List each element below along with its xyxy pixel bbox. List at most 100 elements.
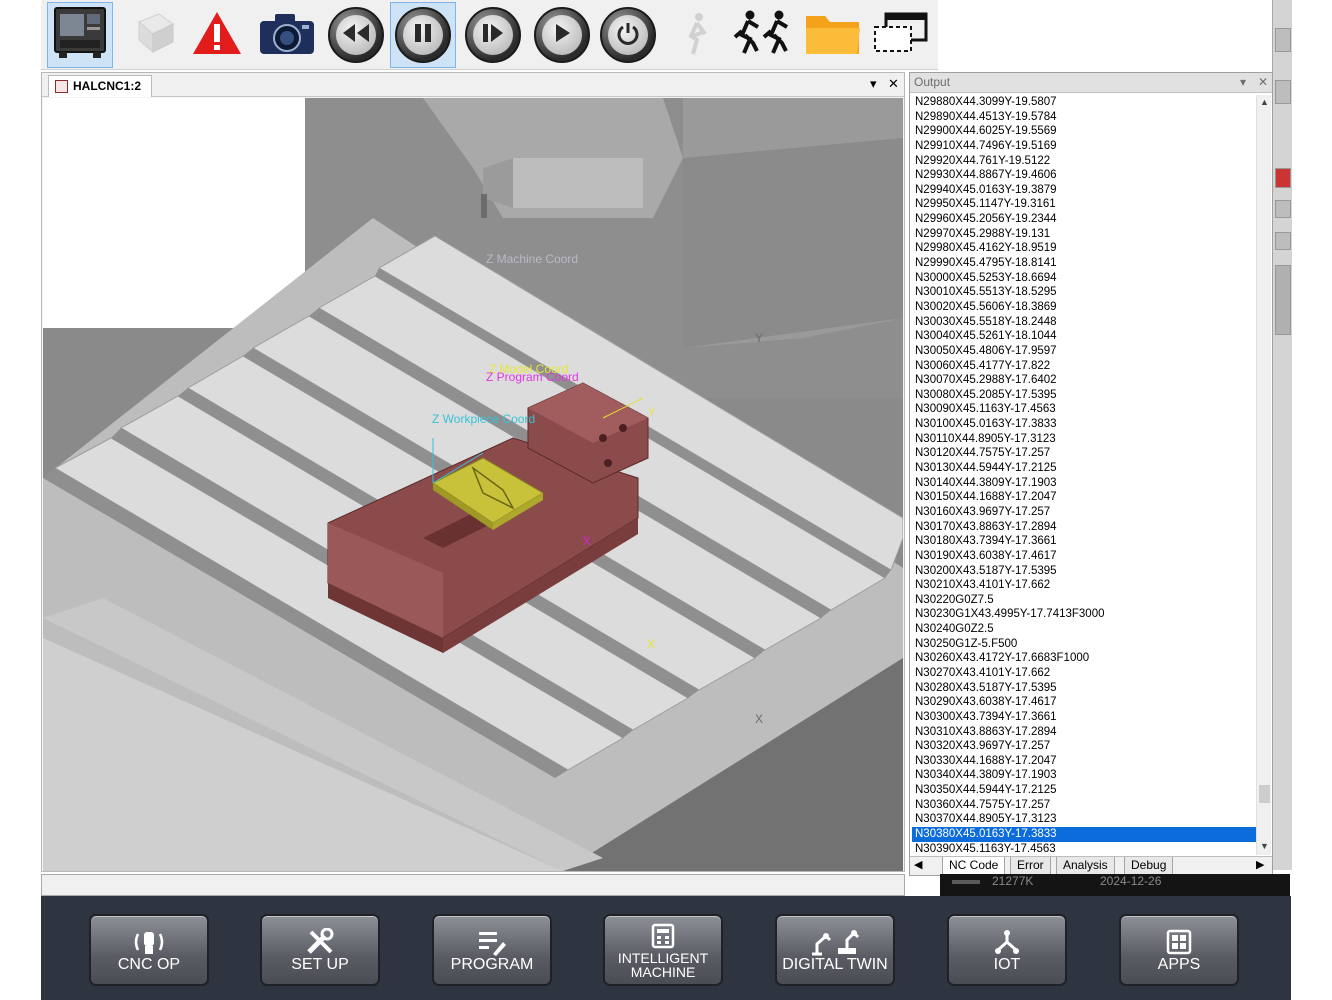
nc-code-line[interactable]: N30200X43.5187Y-17.5395 xyxy=(912,564,1256,579)
apps-button[interactable]: APPS xyxy=(1119,914,1239,986)
pause-button[interactable] xyxy=(390,2,456,68)
nc-code-line[interactable]: N30050X45.4806Y-17.9597 xyxy=(912,344,1256,359)
axis-x-model-label: X xyxy=(647,637,655,651)
rewind-button[interactable] xyxy=(323,2,389,68)
info-strip: 21277K 2024-12-26 xyxy=(940,874,1290,896)
output-title: Output xyxy=(914,75,951,89)
nc-code-line[interactable]: N29970X45.2988Y-19.131 xyxy=(912,227,1256,242)
program-button[interactable]: PROGRAM xyxy=(432,914,552,986)
part-view-button[interactable] xyxy=(121,2,187,68)
nc-code-line[interactable]: N30390X45.1163Y-17.4563 xyxy=(912,842,1256,855)
nc-code-line[interactable]: N30320X43.9697Y-17.257 xyxy=(912,739,1256,754)
nc-code-line[interactable]: N30110X44.8905Y-17.3123 xyxy=(912,432,1256,447)
output-tabs: ◀ ▶ NC Code Error Analysis Debug xyxy=(910,856,1272,875)
nc-code-line[interactable]: N30330X44.1688Y-17.2047 xyxy=(912,754,1256,769)
nc-code-line[interactable]: N30190X43.6038Y-17.4617 xyxy=(912,549,1256,564)
nc-code-line[interactable]: N30290X43.6038Y-17.4617 xyxy=(912,695,1256,710)
nc-code-line[interactable]: N29930X44.8867Y-19.4606 xyxy=(912,168,1256,183)
set-up-button[interactable]: SET UP xyxy=(260,914,380,986)
screenshot-button[interactable] xyxy=(254,2,320,68)
nc-code-line[interactable]: N29920X44.761Y-19.5122 xyxy=(912,154,1256,169)
nc-code-line[interactable]: N29940X45.0163Y-19.3879 xyxy=(912,183,1256,198)
nc-code-line[interactable]: N30220G0Z7.5 xyxy=(912,593,1256,608)
nc-code-line[interactable]: N30030X45.5518Y-18.2448 xyxy=(912,315,1256,330)
nc-code-line[interactable]: N30230G1X43.4995Y-17.7413F3000 xyxy=(912,607,1256,622)
scroll-thumb[interactable] xyxy=(1259,785,1270,803)
nc-code-line[interactable]: N30350X44.5944Y-17.2125 xyxy=(912,783,1256,798)
machine-view-button[interactable] xyxy=(47,2,113,68)
alarm-button[interactable] xyxy=(184,2,250,68)
3d-viewport[interactable]: Z Machine Coord Z Model Coord Z Program … xyxy=(43,98,903,871)
walk-icon xyxy=(677,10,717,61)
nc-code-line[interactable]: N30120X44.7575Y-17.257 xyxy=(912,446,1256,461)
nc-code-line[interactable]: N30100X45.0163Y-17.3833 xyxy=(912,417,1256,432)
tab-halcnc[interactable]: HALCNC1:2 xyxy=(48,75,153,97)
nc-code-line[interactable]: N30340X44.3809Y-17.1903 xyxy=(912,768,1256,783)
walk-button[interactable] xyxy=(664,2,730,68)
nc-code-line[interactable]: N30370X44.8905Y-17.3123 xyxy=(912,812,1256,827)
nc-code-line[interactable]: N29880X44.3099Y-19.5807 xyxy=(912,95,1256,110)
tab-nc-code[interactable]: NC Code xyxy=(942,857,1006,875)
nc-code-line[interactable]: N30160X43.9697Y-17.257 xyxy=(912,505,1256,520)
step-forward-button[interactable] xyxy=(460,2,526,68)
nc-code-line[interactable]: N30150X44.1688Y-17.2047 xyxy=(912,490,1256,505)
output-title-bar: Output ▾ ✕ xyxy=(910,73,1272,93)
nc-code-line[interactable]: N30310X43.8863Y-17.2894 xyxy=(912,725,1256,740)
scroll-down-icon[interactable]: ▼ xyxy=(1260,841,1269,851)
nc-code-line[interactable]: N30170X43.8863Y-17.2894 xyxy=(912,520,1256,535)
nc-code-line[interactable]: N30270X43.4101Y-17.662 xyxy=(912,666,1256,681)
window-button[interactable] xyxy=(868,2,934,68)
output-close-icon[interactable]: ✕ xyxy=(1258,73,1268,92)
nc-code-line[interactable]: N30020X45.5606Y-18.3869 xyxy=(912,300,1256,315)
open-folder-button[interactable] xyxy=(800,2,866,68)
nc-code-line[interactable]: N30000X45.5253Y-18.6694 xyxy=(912,271,1256,286)
nc-code-line[interactable]: N29900X44.6025Y-19.5569 xyxy=(912,124,1256,139)
nc-code-line[interactable]: N30280X43.5187Y-17.5395 xyxy=(912,681,1256,696)
scroll-up-icon[interactable]: ▲ xyxy=(1260,97,1269,107)
nc-code-line[interactable]: N30360X44.7575Y-17.257 xyxy=(912,798,1256,813)
nc-code-line[interactable]: N29950X45.1147Y-19.3161 xyxy=(912,197,1256,212)
nc-code-line[interactable]: N29990X45.4795Y-18.8141 xyxy=(912,256,1256,271)
power-button[interactable] xyxy=(595,2,661,68)
tabs-right-arrow-icon[interactable]: ▶ xyxy=(1256,858,1264,871)
viewer-close-icon[interactable]: ✕ xyxy=(888,76,899,92)
axis-x-program-label: X xyxy=(583,534,591,548)
nc-code-line[interactable]: N30250G1Z-5.F500 xyxy=(912,637,1256,652)
power-icon xyxy=(616,21,640,50)
cnc-op-button[interactable]: CNC OP xyxy=(89,914,209,986)
nc-code-line[interactable]: N30260X43.4172Y-17.6683F1000 xyxy=(912,651,1256,666)
nc-code-line[interactable]: N29910X44.7496Y-19.5169 xyxy=(912,139,1256,154)
play-button[interactable] xyxy=(529,2,595,68)
nc-code-line[interactable]: N30010X45.5513Y-18.5295 xyxy=(912,285,1256,300)
nc-code-line[interactable]: N30180X43.7394Y-17.3661 xyxy=(912,534,1256,549)
nc-code-line[interactable]: N30130X44.5944Y-17.2125 xyxy=(912,461,1256,476)
nc-code-line[interactable]: N30380X45.0163Y-17.3833 xyxy=(912,827,1256,842)
run-button[interactable] xyxy=(731,2,797,68)
tab-error[interactable]: Error xyxy=(1010,857,1051,875)
digital-twin-button[interactable]: DIGITAL TWIN xyxy=(775,914,895,986)
nc-code-line[interactable]: N30300X43.7394Y-17.3661 xyxy=(912,710,1256,725)
nc-code-list[interactable]: N29880X44.3099Y-19.5807 N29890X44.4513Y-1… xyxy=(912,95,1256,855)
tab-analysis[interactable]: Analysis xyxy=(1056,857,1115,875)
nc-code-line[interactable]: N30090X45.1163Y-17.4563 xyxy=(912,402,1256,417)
tab-debug[interactable]: Debug xyxy=(1124,857,1174,875)
output-dropdown-icon[interactable]: ▾ xyxy=(1240,73,1246,92)
nc-code-line[interactable]: N29890X44.4513Y-19.5784 xyxy=(912,110,1256,125)
nc-code-line[interactable]: N30080X45.2085Y-17.5395 xyxy=(912,388,1256,403)
nc-code-line[interactable]: N29980X45.4162Y-18.9519 xyxy=(912,241,1256,256)
cube-icon xyxy=(129,8,179,63)
intelligent-machine-button[interactable]: INTELLIGENT MACHINE xyxy=(603,914,723,986)
tabs-left-arrow-icon[interactable]: ◀ xyxy=(914,858,922,871)
viewer-status-bar xyxy=(41,874,905,896)
nc-code-line[interactable]: N30070X45.2988Y-17.6402 xyxy=(912,373,1256,388)
nc-code-line[interactable]: N30040X45.5261Y-18.1044 xyxy=(912,329,1256,344)
nc-code-line[interactable]: N30240G0Z2.5 xyxy=(912,622,1256,637)
nc-code-line[interactable]: N29960X45.2056Y-19.2344 xyxy=(912,212,1256,227)
viewer-dropdown-icon[interactable]: ▾ xyxy=(870,76,877,92)
workpiece-coord-label: Z Workpiece Coord xyxy=(432,412,535,426)
iot-button[interactable]: IOT xyxy=(947,914,1067,986)
nc-code-line[interactable]: N30060X45.4177Y-17.822 xyxy=(912,359,1256,374)
nc-code-line[interactable]: N30140X44.3809Y-17.1903 xyxy=(912,476,1256,491)
nc-code-line[interactable]: N30210X43.4101Y-17.662 xyxy=(912,578,1256,593)
output-scrollbar[interactable]: ▲ ▼ xyxy=(1256,95,1271,855)
